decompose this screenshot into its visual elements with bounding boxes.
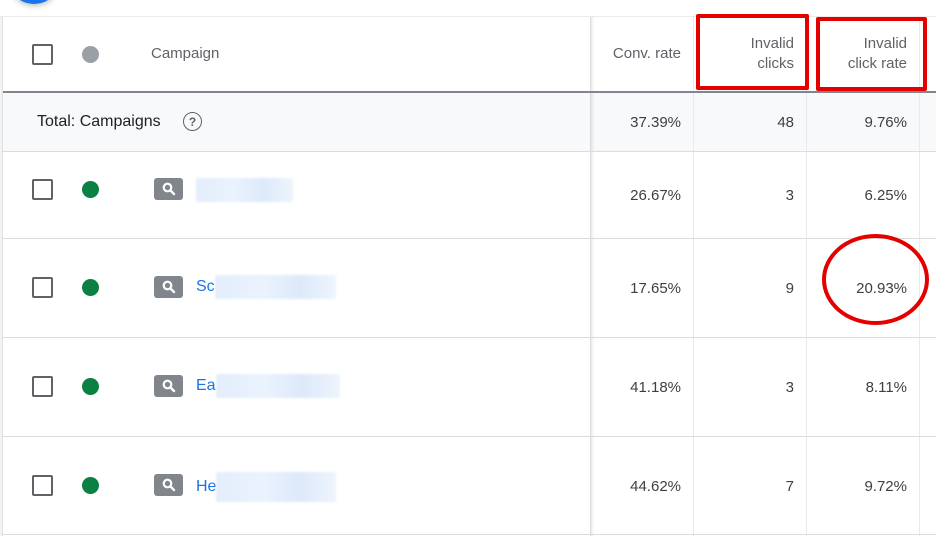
select-all-checkbox[interactable] — [32, 44, 53, 65]
column-header-campaign[interactable]: Campaign — [151, 45, 219, 62]
invalid-clicks-value: 3 — [785, 186, 794, 204]
campaign-name-link[interactable]: Sc — [196, 275, 336, 299]
campaign-name-link[interactable] — [196, 178, 293, 202]
invalid-clicks-value: 3 — [785, 378, 794, 396]
total-conv-rate: 37.39% — [630, 113, 681, 131]
row-checkbox[interactable] — [32, 179, 53, 200]
conv-rate-value: 17.65% — [630, 279, 681, 297]
search-campaign-icon — [154, 276, 183, 298]
total-invalid-clicks: 48 — [777, 113, 794, 131]
conv-rate-value: 41.18% — [630, 378, 681, 396]
row-checkbox[interactable] — [32, 277, 53, 298]
redacted-name — [196, 178, 293, 202]
row-checkbox[interactable] — [32, 475, 53, 496]
campaign-name-text: Sc — [196, 278, 215, 295]
table-row[interactable]: 26.67% 3 6.25% — [3, 152, 936, 239]
redacted-name — [214, 275, 336, 299]
campaign-name-link[interactable]: He — [196, 472, 337, 502]
invalid-click-rate-value: 8.11% — [865, 378, 907, 396]
search-campaign-icon — [154, 375, 183, 397]
annotation-box-invalid-click-rate — [816, 17, 927, 91]
status-enabled-icon[interactable] — [82, 181, 99, 198]
invalid-click-rate-value: 6.25% — [864, 186, 907, 204]
search-campaign-icon — [154, 474, 183, 496]
search-campaign-icon — [154, 178, 183, 200]
status-header-dot-icon[interactable] — [82, 46, 99, 63]
campaign-name-text: He — [196, 478, 217, 495]
invalid-clicks-value: 7 — [785, 478, 794, 495]
conv-rate-value: 26.67% — [630, 186, 681, 204]
table-row[interactable]: Sc 17.65% 9 20.93% — [3, 239, 936, 338]
redacted-name — [215, 374, 340, 398]
table-row[interactable]: Ea 41.18% 3 8.11% — [3, 338, 936, 437]
status-enabled-icon[interactable] — [82, 477, 99, 494]
conv-rate-header-label: Conv. rate — [612, 45, 681, 62]
column-header-conv-rate[interactable]: Conv. rate — [590, 17, 693, 91]
total-row: Total: Campaigns ? 37.39% 48 9.76% — [3, 93, 936, 152]
campaign-name-link[interactable]: Ea — [196, 374, 340, 398]
redacted-name — [216, 472, 337, 502]
invalid-click-rate-value: 9.72% — [864, 478, 907, 495]
table-bottom-border — [3, 534, 936, 535]
total-invalid-click-rate: 9.76% — [864, 113, 907, 131]
total-label: Total: Campaigns — [37, 113, 161, 130]
campaign-name-text: Ea — [196, 377, 216, 394]
status-enabled-icon[interactable] — [82, 279, 99, 296]
table-row[interactable]: He 44.62% 7 9.72% — [3, 437, 936, 536]
row-checkbox[interactable] — [32, 376, 53, 397]
invalid-clicks-value: 9 — [785, 279, 794, 297]
help-icon[interactable]: ? — [183, 112, 202, 131]
annotation-circle-highlight — [822, 234, 929, 325]
conv-rate-value: 44.62% — [630, 478, 681, 495]
status-enabled-icon[interactable] — [82, 378, 99, 395]
annotation-box-invalid-clicks — [696, 14, 809, 90]
